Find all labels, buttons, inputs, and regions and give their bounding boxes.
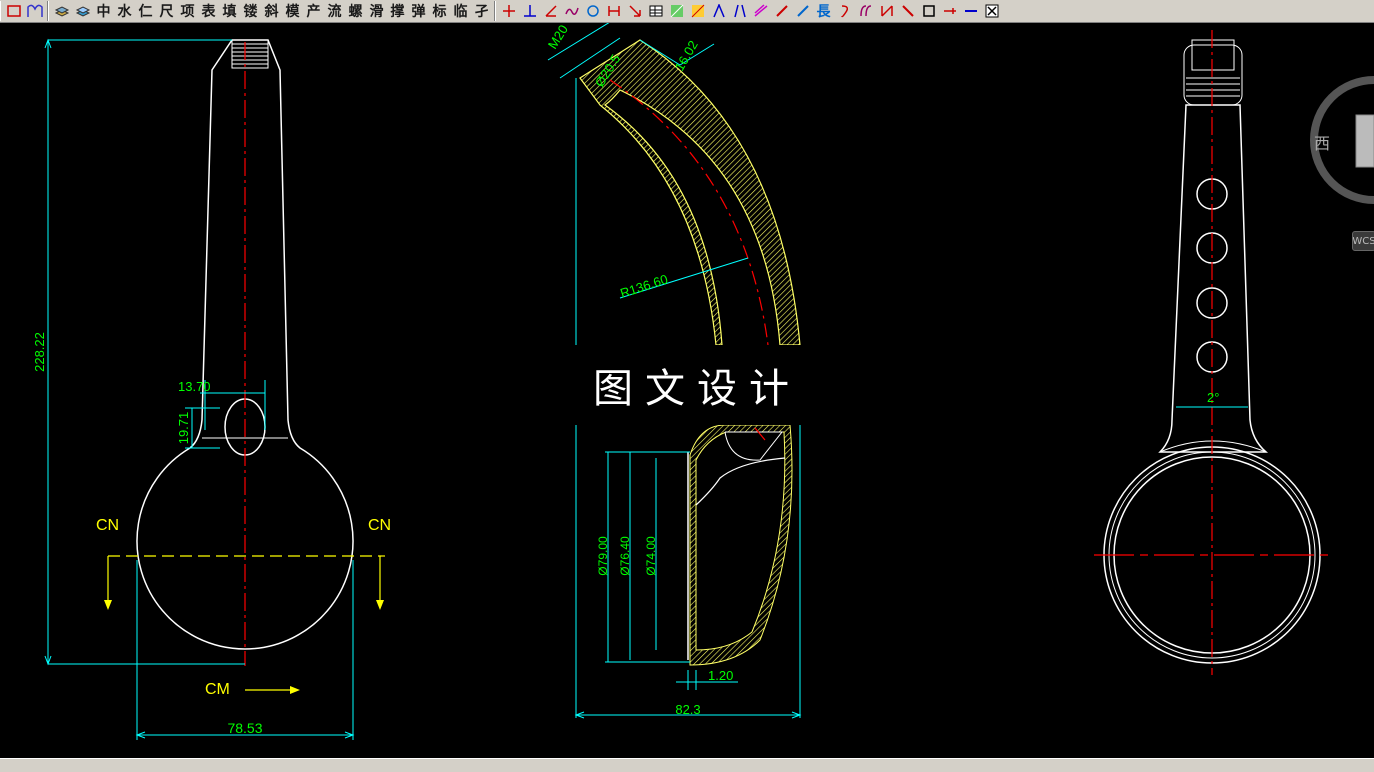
toolbar-group-text-tools: 中水仁尺项表填镂斜模产流螺滑撑弹标临孑 xyxy=(48,1,495,21)
side-handle-wall xyxy=(579,39,801,346)
dim-front-height: 228.22 xyxy=(32,332,47,372)
hatch-icon[interactable] xyxy=(666,1,687,21)
cross-icon[interactable] xyxy=(498,1,519,21)
dim-right-angle: 2° xyxy=(1207,390,1219,405)
dim-side-d3: Ø74.00 xyxy=(644,536,658,576)
pen-icon[interactable] xyxy=(771,1,792,21)
drawing-canvas[interactable]: 228.22 13.70 19.71 78.53 M20 Ø20.5 16.02… xyxy=(0,23,1374,758)
text-tool-17[interactable]: 临 xyxy=(450,1,471,21)
layers-stack-icon[interactable] xyxy=(51,1,72,21)
text-tool-3[interactable]: 尺 xyxy=(156,1,177,21)
table-icon[interactable] xyxy=(645,1,666,21)
hook-icon[interactable] xyxy=(834,1,855,21)
points-icon[interactable] xyxy=(729,1,750,21)
dim-front-width: 78.53 xyxy=(227,720,262,736)
dimension-icon[interactable] xyxy=(603,1,624,21)
toolbar-group-draw-tools: 長 xyxy=(495,1,1004,21)
text-tool-0[interactable]: 中 xyxy=(93,1,114,21)
right-view xyxy=(1094,30,1374,675)
viewcube-west-label[interactable]: 西 xyxy=(1314,130,1330,154)
dim-side-radius: R136.60 xyxy=(618,271,669,300)
text-tool-16[interactable]: 标 xyxy=(429,1,450,21)
curve-icon[interactable] xyxy=(24,1,45,21)
dim-front-hole-w: 13.70 xyxy=(178,379,211,394)
text-tool-7[interactable]: 镂 xyxy=(240,1,261,21)
text-tool-8[interactable]: 斜 xyxy=(261,1,282,21)
text-tool-14[interactable]: 撑 xyxy=(387,1,408,21)
text-tool-9[interactable]: 模 xyxy=(282,1,303,21)
measure-icon[interactable] xyxy=(876,1,897,21)
section-label-cm: CM xyxy=(205,681,230,698)
dim-side-thread: M20 xyxy=(545,23,571,52)
text-tool-4[interactable]: 项 xyxy=(177,1,198,21)
right-thread xyxy=(1183,39,1243,106)
close-icon[interactable] xyxy=(981,1,1002,21)
perpendicular-icon[interactable] xyxy=(519,1,540,21)
lines-icon[interactable] xyxy=(708,1,729,21)
arrow-icon[interactable] xyxy=(624,1,645,21)
front-thread xyxy=(231,39,269,69)
angle-icon[interactable] xyxy=(540,1,561,21)
text-tool-2[interactable]: 仁 xyxy=(135,1,156,21)
wave-icon[interactable] xyxy=(561,1,582,21)
spline-icon[interactable] xyxy=(750,1,771,21)
text-tool-18[interactable]: 孑 xyxy=(471,1,492,21)
watermark-text: 图文设计 xyxy=(593,366,801,412)
long-text-tool[interactable]: 長 xyxy=(813,1,834,21)
diagonal-icon[interactable] xyxy=(897,1,918,21)
rectangle-icon[interactable] xyxy=(918,1,939,21)
dim-side-wall: 1.20 xyxy=(708,668,733,683)
fill-icon[interactable] xyxy=(687,1,708,21)
dim-side-d2: Ø76.40 xyxy=(618,536,632,576)
cad-toolbar: 中水仁尺项表填镂斜模产流螺滑撑弹标临孑 長 xyxy=(0,0,1374,23)
text-tool-list: 中水仁尺项表填镂斜模产流螺滑撑弹标临孑 xyxy=(93,1,492,21)
section-label-left: CN xyxy=(96,517,119,534)
status-bar xyxy=(0,758,1374,772)
viewcube-wcs-button[interactable]: WCS xyxy=(1352,231,1374,251)
text-tool-1[interactable]: 水 xyxy=(114,1,135,21)
toolbar-group-left xyxy=(0,1,48,21)
text-tool-10[interactable]: 产 xyxy=(303,1,324,21)
section-label-right: CN xyxy=(368,517,391,534)
extend-icon[interactable] xyxy=(939,1,960,21)
dim-side-top: 16.02 xyxy=(672,38,701,74)
text-tool-12[interactable]: 螺 xyxy=(345,1,366,21)
curve-pair-icon[interactable] xyxy=(855,1,876,21)
dim-side-d1: Ø79.00 xyxy=(596,536,610,576)
minus-icon[interactable] xyxy=(960,1,981,21)
watermark-box: 图文设计 xyxy=(572,345,822,425)
line-icon[interactable] xyxy=(792,1,813,21)
rotate-icon[interactable] xyxy=(582,1,603,21)
side-bowl-wall xyxy=(689,424,793,666)
dim-side-width: 82.3 xyxy=(675,702,700,717)
layer-icon[interactable] xyxy=(3,1,24,21)
dim-front-hole-h: 19.71 xyxy=(176,412,191,445)
front-view xyxy=(44,38,385,740)
text-tool-15[interactable]: 弹 xyxy=(408,1,429,21)
text-tool-11[interactable]: 流 xyxy=(324,1,345,21)
layers-stack-icon-2[interactable] xyxy=(72,1,93,21)
text-tool-5[interactable]: 表 xyxy=(198,1,219,21)
text-tool-13[interactable]: 滑 xyxy=(366,1,387,21)
text-tool-6[interactable]: 填 xyxy=(219,1,240,21)
